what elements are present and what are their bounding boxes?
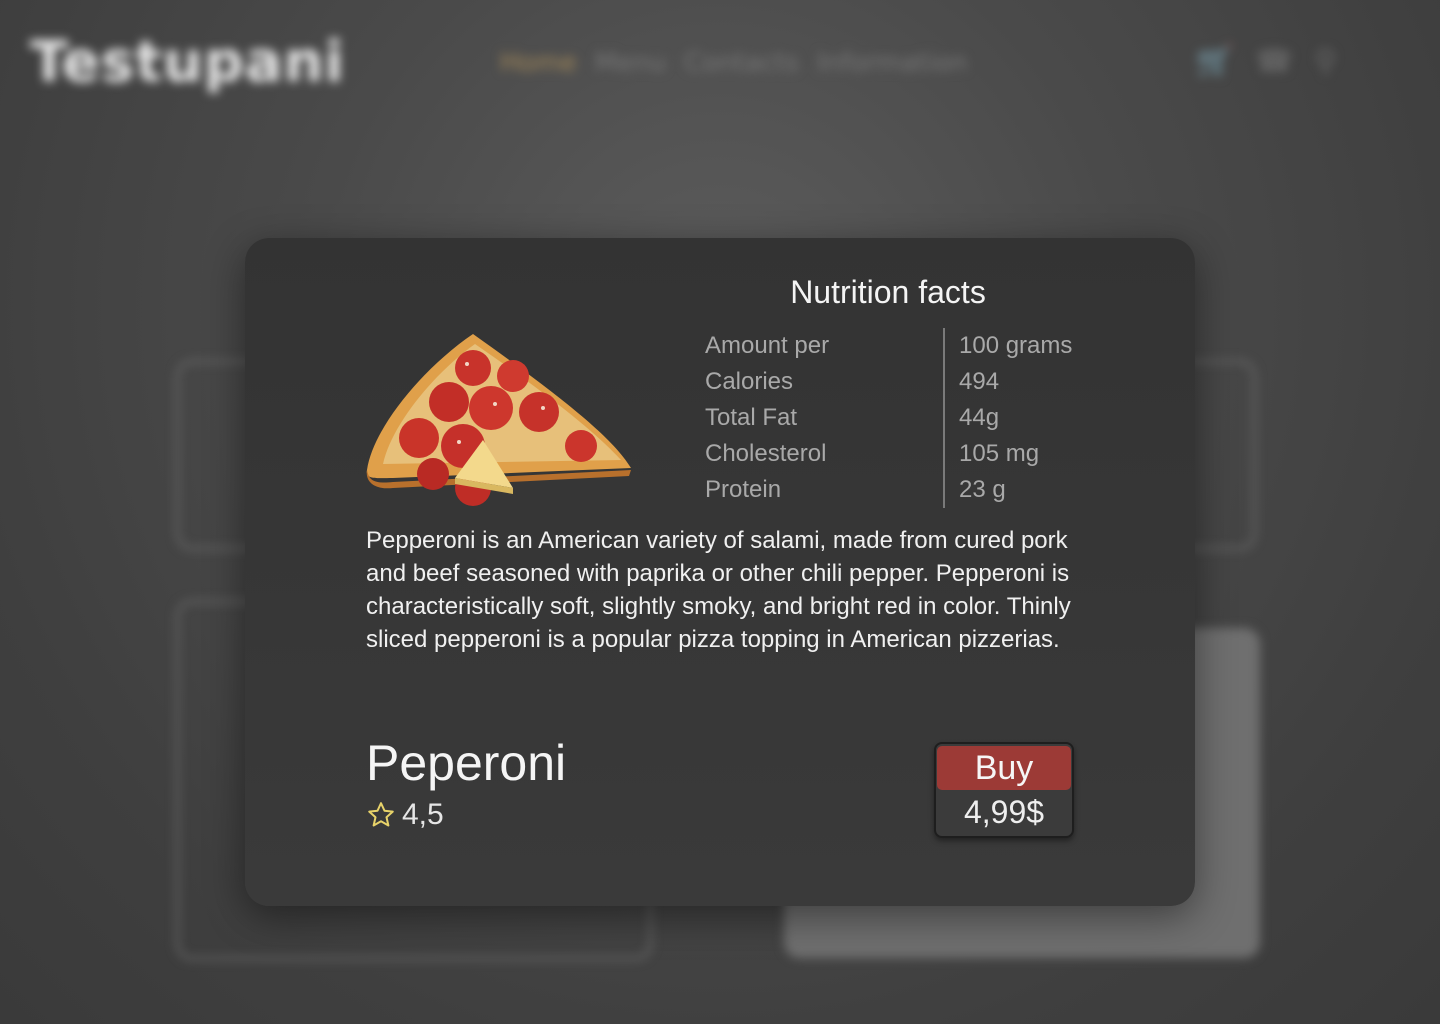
nutrition-value: 23 g [959, 476, 1006, 503]
star-icon [368, 802, 394, 827]
nutrition-label: Amount per [705, 332, 830, 359]
nutrition-label: Protein [705, 476, 782, 503]
nutrition-label: Total Fat [705, 404, 798, 431]
nutrition-row: Cholesterol 105 mg [705, 436, 1085, 472]
pizza-slice-image [366, 334, 631, 506]
buy-button[interactable]: Buy [937, 746, 1071, 790]
search-icon[interactable]: ⚲ [1315, 44, 1337, 79]
nutrition-value: 44g [959, 404, 1000, 431]
rating-value: 4,5 [402, 798, 444, 831]
site-logo: Testupani [30, 30, 345, 95]
nav-item-information[interactable]: Information [817, 48, 968, 78]
nutrition-row: Amount per 100 grams [705, 328, 1085, 364]
nav-item-menu[interactable]: Menu [595, 48, 666, 78]
nutrition-row: Total Fat 44g [705, 400, 1085, 436]
nutrition-title: Nutrition facts [790, 274, 986, 310]
product-modal: Nutrition facts Amount per 100 grams Cal… [245, 238, 1195, 906]
product-name: Peperoni [366, 735, 567, 791]
nutrition-row: Protein 23 g [705, 472, 1085, 508]
main-nav: Home Menu Contacts Information [500, 48, 967, 78]
phone-icon[interactable]: ☎ [1255, 44, 1292, 79]
purchase-widget: Buy 4,99$ [934, 742, 1074, 838]
nutrition-value: 494 [959, 368, 1000, 395]
nutrition-row: Calories 494 [705, 364, 1085, 400]
nutrition-label: Calories [705, 368, 794, 395]
nutrition-table: Amount per 100 grams Calories 494 Total … [705, 328, 1085, 508]
product-price: 4,99$ [963, 794, 1045, 830]
cart-icon[interactable]: 🛒 [1196, 44, 1233, 79]
nutrition-label: Cholesterol [705, 440, 827, 467]
nav-item-home[interactable]: Home [500, 48, 577, 78]
header-icons: 🛒 ☎ ⚲ [1196, 44, 1337, 79]
product-rating: 4,5 [366, 798, 444, 832]
nav-item-contacts[interactable]: Contacts [684, 48, 799, 78]
nutrition-value: 105 mg [959, 440, 1040, 467]
product-description: Pepperoni is an American variety of sala… [366, 527, 1071, 653]
nutrition-value: 100 grams [959, 332, 1073, 359]
